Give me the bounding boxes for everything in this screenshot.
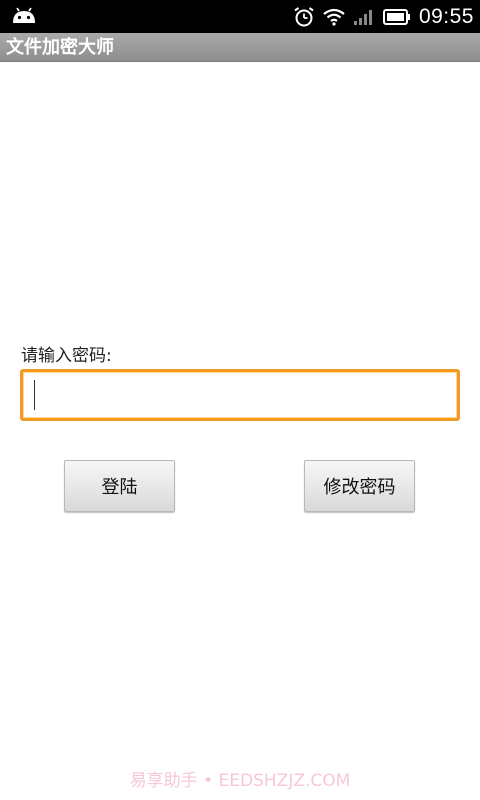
change-password-button[interactable]: 修改密码 — [304, 460, 415, 512]
wifi-icon — [323, 8, 345, 26]
password-input[interactable] — [20, 369, 460, 421]
login-button[interactable]: 登陆 — [64, 460, 175, 512]
title-bar: 文件加密大师 — [0, 33, 480, 62]
battery-icon — [382, 8, 411, 25]
watermark: 易享助手 • EEDSHZJZ.COM — [129, 771, 351, 791]
status-bar: 09:55 — [0, 0, 480, 33]
status-time: 09:55 — [418, 4, 474, 28]
password-label: 请输入密码: — [21, 346, 112, 366]
text-cursor — [34, 380, 35, 410]
android-icon — [11, 6, 37, 26]
alarm-clock-icon — [293, 6, 315, 28]
app-title: 文件加密大师 — [6, 37, 114, 58]
signal-icon — [353, 8, 375, 26]
